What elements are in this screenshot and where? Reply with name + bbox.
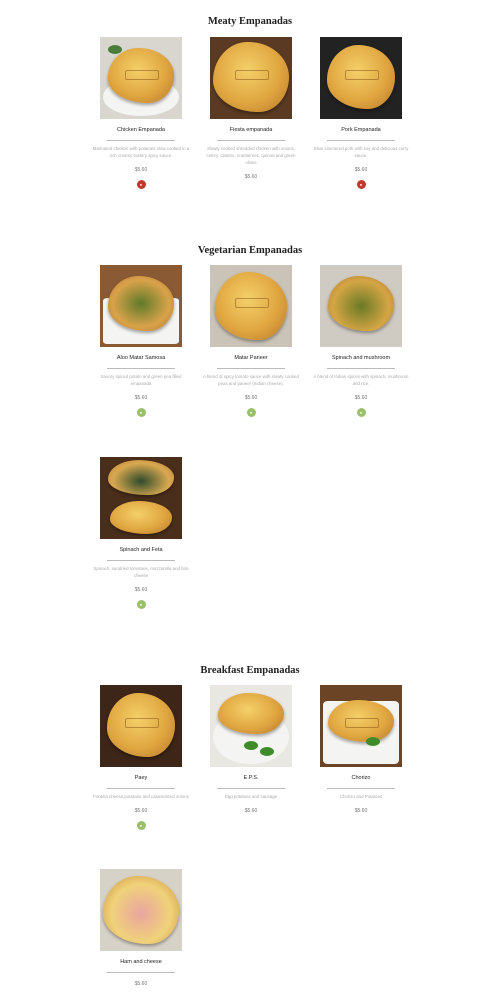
item-name: Fiesta empanada [229, 127, 273, 133]
menu-item-spinach-and-mushroom[interactable]: Spinach and mushroom A blend of Indian s… [306, 265, 416, 417]
vegetarian-icon: ● [136, 600, 146, 609]
menu-item-pork-empanada[interactable]: Pork Empanada Slow simmered pork with so… [306, 37, 416, 189]
item-description: Egg potatoes and sausage [224, 794, 278, 799]
item-name: Pork Empanada [341, 127, 381, 133]
food-image [320, 265, 402, 347]
vegetarian-icon: ● [136, 408, 146, 417]
item-price: $5.60 [244, 808, 258, 814]
item-price: $5.60 [354, 395, 368, 401]
menu-item-fiesta-empanada[interactable]: Fiesta empanada Slowly cooked shredded c… [196, 37, 306, 180]
item-name: E.P.S. [243, 775, 259, 781]
item-price: $5.60 [354, 167, 368, 173]
divider [217, 140, 285, 141]
divider [107, 140, 175, 141]
food-image [210, 685, 292, 767]
item-price: $5.60 [244, 174, 258, 180]
food-image [320, 37, 402, 119]
item-name: Spinach and Feta [119, 547, 163, 553]
vegetarian-icon: ● [356, 408, 366, 417]
item-name: Aloo Matar Samosa [116, 355, 166, 361]
item-name: Paey [134, 775, 148, 781]
item-name: Chorizo [351, 775, 371, 781]
item-price: $5.60 [354, 808, 368, 814]
item-price: $5.60 [134, 395, 148, 401]
food-image [320, 685, 402, 767]
food-image [100, 457, 182, 539]
item-price: $5.60 [134, 167, 148, 173]
item-description: Spinach, sundried tomatoes, mozzarella a… [93, 566, 189, 578]
food-image [210, 37, 292, 119]
menu-item-chicken-empanada[interactable]: Chicken Empanada Marinated chicken with … [86, 37, 196, 189]
menu-item-chorizo[interactable]: Chorizo Chorizo and Potatoes $5.60 [306, 685, 416, 814]
item-description: Slowly cooked shredded chicken with onio… [206, 146, 296, 165]
divider [217, 788, 285, 789]
food-image [100, 869, 182, 951]
menu-item-ham-and-cheese[interactable]: Ham and cheese $5.60 [86, 869, 196, 987]
item-description: Chorizo and Potatoes [339, 794, 383, 799]
section-title-meaty: Meaty Empanadas [207, 16, 293, 27]
item-price: $5.60 [134, 808, 148, 814]
divider [107, 788, 175, 789]
item-price: $5.60 [134, 981, 148, 987]
section-title-vegetarian: Vegetarian Empanadas [197, 245, 303, 256]
menu-item-matar-paneer[interactable]: Matar Paneer A blend of spicy tomato sau… [196, 265, 306, 417]
item-name: Ham and cheese [120, 959, 162, 965]
chili-pepper-icon: ● [356, 180, 366, 189]
divider [327, 140, 395, 141]
item-description: Slow simmered pork with soy and deliciou… [313, 146, 409, 158]
item-description: Marinated chicken with potatoes slow coo… [92, 146, 190, 158]
divider [327, 788, 395, 789]
divider [107, 368, 175, 369]
item-description: Fontina cheese,potatoes and caramelized … [93, 794, 189, 799]
vegetarian-icon: ● [136, 821, 146, 830]
divider [217, 368, 285, 369]
food-image [100, 37, 182, 119]
item-price: $5.60 [244, 395, 258, 401]
item-name: Chicken Empanada [116, 127, 165, 133]
item-name: Spinach and mushroom [331, 355, 391, 361]
divider [327, 368, 395, 369]
item-description: A blend of spicy tomato sauce with slowl… [203, 374, 299, 386]
food-image [100, 265, 182, 347]
section-title-breakfast: Breakfast Empanadas [200, 665, 300, 676]
food-image [210, 265, 292, 347]
menu-item-spinach-and-feta[interactable]: Spinach and Feta Spinach, sundried tomat… [86, 457, 196, 609]
item-name: Matar Paneer [234, 355, 268, 361]
vegetarian-icon: ● [246, 408, 256, 417]
menu-item-eps[interactable]: E.P.S. Egg potatoes and sausage $5.60 [196, 685, 306, 814]
item-description: Savory spiced potato and green pea fille… [100, 374, 182, 386]
chili-pepper-icon: ● [136, 180, 146, 189]
menu-item-aloo-matar-samosa[interactable]: Aloo Matar Samosa Savory spiced potato a… [86, 265, 196, 417]
item-description: A blend of Indian spices with spinach, m… [313, 374, 409, 386]
divider [107, 972, 175, 973]
menu-item-paey[interactable]: Paey Fontina cheese,potatoes and caramel… [86, 685, 196, 830]
divider [107, 560, 175, 561]
food-image [100, 685, 182, 767]
item-price: $5.60 [134, 587, 148, 593]
